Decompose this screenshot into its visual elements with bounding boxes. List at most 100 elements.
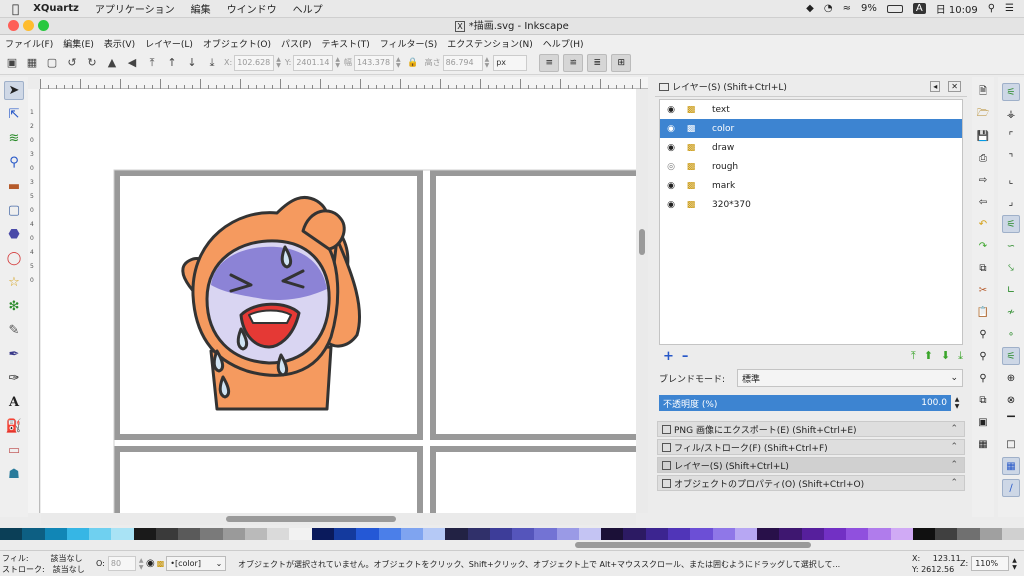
snap-enable-icon[interactable]: ⚟ [1002,83,1020,101]
menu-object[interactable]: オブジェクト(O) [198,37,276,50]
copy-icon[interactable]: ⧉ [974,259,992,277]
tweak-tool-icon[interactable]: ≋ [4,129,24,148]
layer-row-320x370[interactable]: ◉ ▩ 320*370 [660,195,962,214]
node-tool-icon[interactable]: ⇱ [4,105,24,124]
mac-menu-help[interactable]: ヘルプ [285,1,331,16]
new-document-icon[interactable]: 🗎 [974,83,992,101]
lower-to-bottom-icon[interactable]: ⤓ [204,55,220,71]
palette-swatch[interactable] [690,528,713,540]
palette-swatch[interactable] [734,528,758,540]
zoom-page-icon[interactable]: ⚲ [974,369,992,387]
search-icon[interactable]: ⚲ [988,3,995,14]
measure-tool-icon[interactable]: ▬ [4,177,24,196]
raise-to-top-icon[interactable]: ⤒ [144,55,160,71]
clock[interactable]: 日 10:09 [936,1,978,16]
snap-smooth-icon[interactable]: ≁ [1002,303,1020,321]
palette-swatch[interactable] [801,528,824,540]
palette-swatch[interactable] [578,528,602,540]
snap-bbox-center-icon[interactable]: ⌟ [1002,193,1020,211]
layer-list[interactable]: ◉ ▩ text ◉ ▩ color ◉ ▩ draw ◎ ▩ rough ◉ … [659,99,963,345]
open-icon[interactable]: 🗁 [974,105,992,123]
ellipse-tool-icon[interactable]: ◯ [4,249,24,268]
palette-swatch[interactable] [0,528,23,540]
vertical-scroll-thumb[interactable] [639,229,645,255]
spray-tool-icon[interactable]: ⛽ [4,417,24,436]
palette-scrollbar[interactable] [0,540,1024,550]
zoom-drawing-icon[interactable]: ⚲ [974,347,992,365]
lower-icon[interactable]: ↓ [184,55,200,71]
palette-swatch[interactable] [400,528,424,540]
horizontal-scroll-thumb[interactable] [226,516,396,522]
palette-swatch[interactable] [178,528,201,540]
raise-layer-top-icon[interactable]: ⤒ [911,349,916,363]
palette-swatch[interactable] [44,528,67,540]
scale-corners-toggle[interactable]: ≌ [563,53,584,72]
palette-swatch[interactable] [868,528,891,540]
lock-icon[interactable]: ▩ [682,105,700,115]
snap-nodes-icon[interactable]: ⚟ [1002,215,1020,233]
lock-icon[interactable]: ▩ [682,162,700,172]
unit-select[interactable]: px [493,54,528,71]
snap-grid-icon[interactable]: ▦ [1002,457,1020,475]
layer-lock-icon[interactable]: ▩ [157,559,165,568]
palette-swatch[interactable] [846,528,869,540]
palette-swatch[interactable] [645,528,668,540]
calligraphy-tool-icon[interactable]: ✑ [4,369,24,388]
import-icon[interactable]: ⇨ [974,171,992,189]
palette-swatch[interactable] [935,528,958,540]
palette-swatch[interactable] [512,528,535,540]
layer-row-color[interactable]: ◉ ▩ color [660,119,962,138]
snap-bbox-edge-icon[interactable]: ⌜ [1002,127,1020,145]
menu-view[interactable]: 表示(V) [99,37,140,50]
status-opacity-spin[interactable]: ▲ ▼ [139,557,144,571]
palette-swatch[interactable] [289,528,312,540]
palette-swatch[interactable] [534,528,557,540]
snap-bbox-icon[interactable]: ⚶ [1002,105,1020,123]
stroke-value[interactable]: 該当なし [53,565,85,574]
close-window-button[interactable] [8,20,19,31]
menu-extensions[interactable]: エクステンション(N) [442,37,538,50]
snap-bbox-corner-icon[interactable]: ⌝ [1002,149,1020,167]
x-field[interactable]: X: 102.628 ▲ ▼ [224,54,281,71]
opacity-slider[interactable]: 不透明度 (%) 100.0 [659,395,951,411]
bucket-tool-icon[interactable]: ☗ [4,465,24,484]
menu-help[interactable]: ヘルプ(H) [538,37,589,50]
palette-swatch[interactable] [912,528,936,540]
rotate-ccw-icon[interactable]: ↺ [64,55,80,71]
zoom-spin[interactable]: ▲ ▼ [1012,557,1017,571]
palette-swatch[interactable] [423,528,446,540]
paste-icon[interactable]: 📋 [974,303,992,321]
sync-icon[interactable]: ◔ [824,3,833,14]
palette-swatch[interactable] [155,528,179,540]
mac-menu-window[interactable]: ウインドウ [219,1,285,16]
snap-page-border-icon[interactable]: □ [1002,435,1020,453]
unlink-clone-icon[interactable]: ▦ [974,435,992,453]
palette-swatch[interactable] [89,528,112,540]
canvas-horizontal-scrollbar[interactable] [41,513,636,525]
palette-swatch[interactable] [556,528,579,540]
rotate-cw-icon[interactable]: ↻ [84,55,100,71]
save-icon[interactable]: 💾 [974,127,992,145]
mac-app-name[interactable]: XQuartz [25,3,87,14]
palette-swatch[interactable] [957,528,980,540]
battery-percent[interactable]: 9% [861,3,877,14]
lock-icon[interactable]: ▩ [682,124,700,134]
palette-swatch[interactable] [779,528,802,540]
undo-icon[interactable]: ↶ [974,215,992,233]
palette-swatch[interactable] [757,528,780,540]
palette-swatch[interactable] [66,528,90,540]
panel-iconify-button[interactable]: ◂ [930,81,941,92]
y-field[interactable]: Y: 2401.14 ▲ ▼ [285,54,340,71]
lower-layer-bottom-icon[interactable]: ⤓ [958,349,963,363]
zoom-tool-icon[interactable]: ⚲ [4,153,24,172]
snap-center-icon[interactable]: ⊕ [1002,369,1020,387]
raise-icon[interactable]: ↑ [164,55,180,71]
layer-row-text[interactable]: ◉ ▩ text [660,100,962,119]
blend-mode-select[interactable]: 標準 ⌄ [737,369,963,387]
star-tool-icon[interactable]: ☆ [4,273,24,292]
visibility-eye-icon[interactable]: ◉ [660,181,682,191]
battery-icon[interactable] [886,4,903,13]
duplicate-icon[interactable]: ⧉ [974,391,992,409]
palette-swatch[interactable] [244,528,268,540]
palette-swatch[interactable] [22,528,45,540]
